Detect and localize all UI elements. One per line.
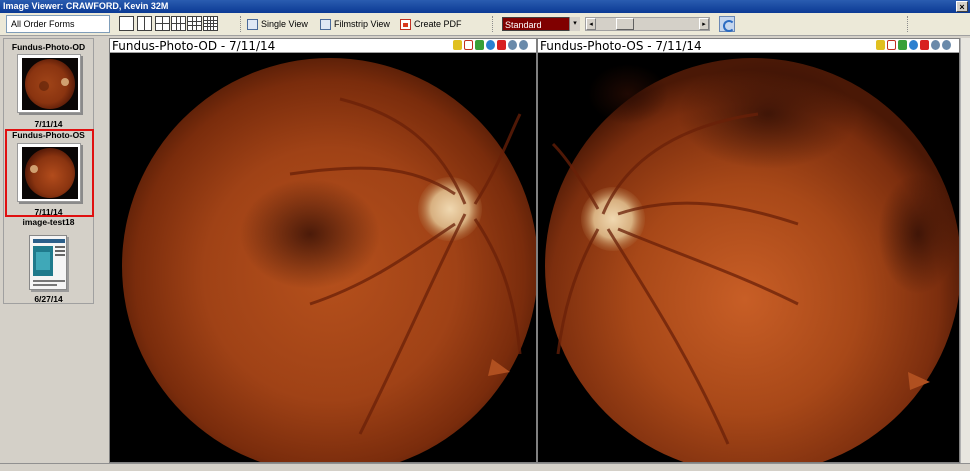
- delete-icon[interactable]: [920, 40, 929, 50]
- single-view-button[interactable]: Single View: [247, 16, 308, 32]
- thumbnail-image-od[interactable]: [17, 54, 81, 113]
- zoom-out-icon[interactable]: [942, 40, 951, 50]
- pdf-icon[interactable]: [464, 40, 473, 50]
- filmstrip-view-label: Filmstrip View: [334, 19, 390, 29]
- slider-thumb[interactable]: [616, 18, 634, 30]
- layout-3x3-button[interactable]: [187, 16, 202, 31]
- image-viewer-window: Image Viewer: CRAWFORD, Kevin 32M × All …: [0, 0, 970, 471]
- zoom-out-icon[interactable]: [519, 40, 528, 50]
- close-button[interactable]: ×: [956, 1, 968, 12]
- zoom-in-icon[interactable]: [931, 40, 940, 50]
- thumbnail-date: 7/11/14: [34, 119, 63, 129]
- slider-right-arrow[interactable]: ▸: [699, 18, 709, 30]
- info-icon[interactable]: [486, 40, 495, 50]
- selected-thumbnail-highlight: [5, 129, 94, 217]
- pane-header: Fundus-Photo-OS - 7/11/14: [538, 39, 959, 53]
- layout-1x1-button[interactable]: [119, 16, 134, 31]
- thumbnail-image-document[interactable]: [29, 235, 67, 290]
- create-pdf-label: Create PDF: [414, 19, 462, 29]
- download-icon[interactable]: [475, 40, 484, 50]
- download-icon[interactable]: [898, 40, 907, 50]
- delete-icon[interactable]: [497, 40, 506, 50]
- toolbar-separator: [492, 16, 494, 32]
- pdf-icon: [400, 18, 411, 30]
- filmstrip-icon: [320, 18, 331, 30]
- info-icon[interactable]: [909, 40, 918, 50]
- single-view-label: Single View: [261, 19, 308, 29]
- layout-2x2-button[interactable]: [155, 16, 170, 31]
- viewer-pane-os[interactable]: Fundus-Photo-OS - 7/11/14: [537, 38, 960, 463]
- pane-toolbar: [453, 40, 528, 52]
- toolbar-separator: [240, 16, 242, 32]
- viewer-pane-od[interactable]: Fundus-Photo-OD - 7/11/14: [109, 38, 537, 463]
- pencil-icon[interactable]: [876, 40, 885, 50]
- title-bar: Image Viewer: CRAWFORD, Kevin 32M ×: [0, 0, 970, 13]
- fundus-image-od[interactable]: [110, 54, 536, 462]
- single-view-icon: [247, 18, 258, 30]
- vertical-scrollbar[interactable]: [960, 38, 970, 463]
- thumbnail-title: Fundus-Photo-OD: [11, 42, 86, 52]
- create-pdf-button[interactable]: Create PDF: [400, 16, 462, 32]
- pane-title: Fundus-Photo-OS - 7/11/14: [540, 39, 702, 53]
- toolbar: All Order Forms Single View Filmstrip Vi…: [0, 13, 970, 36]
- layout-1x2-button[interactable]: [137, 16, 152, 31]
- zoom-in-icon[interactable]: [508, 40, 517, 50]
- filmstrip-view-button[interactable]: Filmstrip View: [320, 16, 390, 32]
- pane-toolbar: [876, 40, 951, 52]
- layout-2x3-button[interactable]: [171, 16, 186, 31]
- status-bar: [0, 463, 970, 471]
- pdf-icon[interactable]: [887, 40, 896, 50]
- layout-4x4-button[interactable]: [203, 16, 218, 31]
- pencil-icon[interactable]: [453, 40, 462, 50]
- thumbnail-date: 6/27/14: [34, 294, 63, 304]
- order-forms-select[interactable]: All Order Forms: [6, 15, 110, 33]
- pane-title: Fundus-Photo-OD - 7/11/14: [112, 39, 276, 53]
- slider-left-arrow[interactable]: ◂: [586, 18, 596, 30]
- brightness-slider[interactable]: ◂ ▸: [585, 17, 710, 31]
- chevron-down-icon[interactable]: ▾: [569, 17, 580, 31]
- toolbar-separator: [907, 16, 909, 32]
- window-title: Image Viewer: CRAWFORD, Kevin 32M: [3, 1, 169, 11]
- thumbnail-item[interactable]: Fundus-Photo-OD: [4, 42, 93, 52]
- thumbnail-item[interactable]: image-test18: [4, 217, 93, 227]
- sync-icon[interactable]: [719, 16, 735, 32]
- pane-header: Fundus-Photo-OD - 7/11/14: [110, 39, 536, 53]
- fundus-image-os[interactable]: [538, 54, 959, 462]
- thumbnail-title: image-test18: [22, 217, 75, 227]
